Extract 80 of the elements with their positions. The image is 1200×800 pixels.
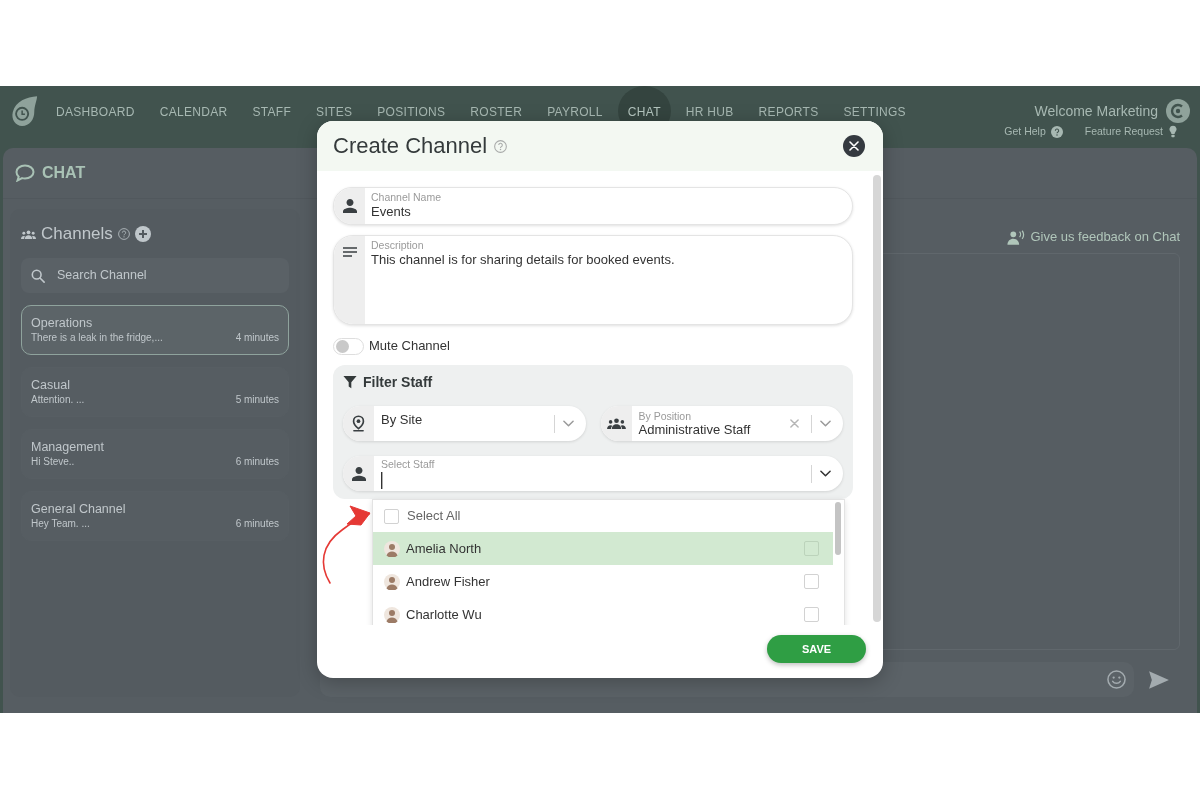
message-time: 6 minutes bbox=[235, 455, 279, 469]
message-preview: Hi Steve.. bbox=[31, 455, 75, 469]
panel-title: Filter Staff bbox=[363, 372, 433, 392]
scrollbar-thumb[interactable] bbox=[835, 502, 841, 555]
filter-icon bbox=[343, 375, 357, 389]
nav-link[interactable]: CALENDAR bbox=[159, 86, 228, 136]
description-field[interactable]: Description This channel is for sharing details for booked events. bbox=[333, 235, 853, 325]
staff-option[interactable]: Andrew Fisher bbox=[373, 565, 833, 598]
person-speaking-icon bbox=[1007, 229, 1026, 245]
channel-name: General Channel bbox=[31, 501, 127, 517]
field-label: Channel Name bbox=[371, 191, 442, 204]
field-value: Events bbox=[371, 204, 411, 220]
people-icon bbox=[21, 229, 36, 239]
field-label: By Site bbox=[381, 412, 423, 427]
option-label: Select All bbox=[407, 507, 461, 526]
lightbulb-icon bbox=[1168, 125, 1178, 139]
profile-logo-icon[interactable] bbox=[1166, 99, 1190, 123]
smiley-icon[interactable] bbox=[1107, 670, 1126, 689]
message-time: 5 minutes bbox=[235, 393, 279, 407]
nav-link[interactable]: STAFF bbox=[252, 86, 292, 136]
channel-name: Casual bbox=[31, 377, 71, 393]
people-icon bbox=[606, 418, 626, 429]
checkbox[interactable] bbox=[384, 508, 399, 524]
staff-select[interactable]: Select Staff bbox=[343, 456, 843, 491]
help-link[interactable]: Get Help bbox=[1004, 124, 1063, 140]
avatar-icon bbox=[384, 540, 400, 557]
field-label: Description bbox=[371, 239, 424, 252]
help-icon[interactable] bbox=[117, 228, 130, 240]
panel-title: Channels bbox=[41, 223, 113, 246]
staff-name: Amelia North bbox=[406, 539, 483, 558]
search-icon bbox=[31, 268, 45, 283]
message-preview: There is a leak in the fridge,... bbox=[31, 331, 163, 345]
help-icon[interactable] bbox=[494, 139, 508, 153]
avatar-icon bbox=[384, 573, 400, 590]
close-icon bbox=[849, 141, 859, 151]
field-label: By Position bbox=[638, 410, 692, 422]
welcome-text: Welcome Marketing bbox=[1034, 101, 1158, 121]
person-icon bbox=[351, 466, 366, 481]
field-value: This channel is for sharing details for booked events. bbox=[371, 252, 675, 268]
person-icon bbox=[342, 199, 357, 213]
text-lines-icon bbox=[342, 247, 357, 257]
text-cursor-icon bbox=[381, 472, 383, 489]
mute-toggle[interactable] bbox=[333, 337, 364, 355]
logo-icon[interactable] bbox=[10, 95, 38, 129]
staff-name: Charlotte Wu bbox=[406, 605, 483, 624]
message-time: 4 minutes bbox=[235, 331, 279, 345]
dialog-title: Create Channel bbox=[333, 135, 488, 157]
channel-name-field[interactable]: Channel Name Events bbox=[333, 187, 853, 225]
channel-name: Management bbox=[31, 439, 105, 455]
send-icon[interactable] bbox=[1148, 670, 1170, 691]
save-button[interactable]: SAVE bbox=[767, 635, 866, 663]
field-label: Select Staff bbox=[381, 458, 435, 470]
location-pin-icon bbox=[352, 415, 365, 432]
message-preview: Attention. ... bbox=[31, 393, 85, 407]
page-title: CHAT bbox=[42, 163, 86, 183]
checkbox[interactable] bbox=[804, 574, 819, 589]
chat-bubble-icon bbox=[15, 164, 35, 182]
staff-name: Andrew Fisher bbox=[406, 572, 491, 591]
feature-request-link[interactable]: Feature Request bbox=[1084, 124, 1178, 140]
chevron-down-icon[interactable] bbox=[820, 470, 831, 477]
staff-option[interactable]: Charlotte Wu bbox=[373, 598, 833, 625]
channel-item[interactable]: Operations There is a leak in the fridge,... 4 minutes bbox=[21, 305, 289, 355]
clear-icon bbox=[790, 419, 799, 428]
help-icon bbox=[1050, 125, 1063, 138]
close-button[interactable] bbox=[843, 135, 865, 157]
placeholder-text: Search Channel bbox=[57, 267, 147, 285]
select-value: Administrative Staff bbox=[638, 422, 751, 437]
search-field[interactable]: Search Channel bbox=[21, 258, 289, 293]
channel-name: Operations bbox=[31, 315, 94, 331]
checkbox[interactable] bbox=[804, 607, 819, 622]
message-preview: Hey Team. ... bbox=[31, 517, 90, 531]
feedback-link[interactable]: Give us feedback on Chat bbox=[1007, 227, 1180, 247]
nav-link[interactable]: DASHBOARD bbox=[56, 86, 135, 136]
site-select[interactable]: By Site bbox=[343, 406, 586, 441]
staff-option[interactable]: Amelia North bbox=[373, 532, 833, 565]
toggle-label: Mute Channel bbox=[369, 337, 450, 356]
add-channel-icon[interactable] bbox=[134, 226, 151, 242]
position-select[interactable]: By Position Administrative Staff bbox=[600, 406, 843, 441]
message-time: 6 minutes bbox=[235, 517, 279, 531]
scrollbar[interactable] bbox=[873, 175, 881, 622]
